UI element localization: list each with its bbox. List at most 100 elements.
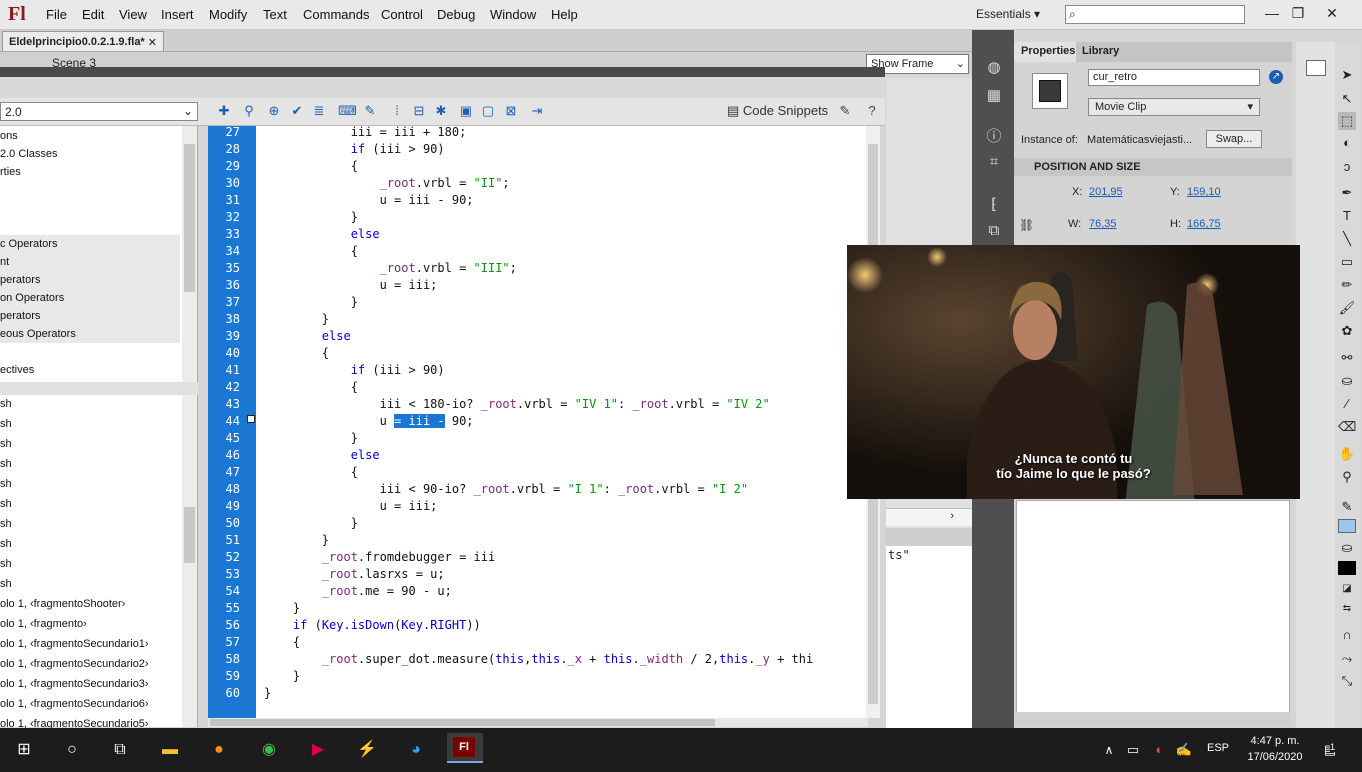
pen-icon[interactable]: ✍ [1172, 738, 1196, 762]
menu-view[interactable]: View [119, 7, 147, 22]
firefox-icon[interactable]: ● [207, 738, 231, 762]
swatches-icon[interactable]: ▦ [984, 86, 1004, 106]
navigator-item[interactable]: olo 1, ‹fragmentoSecundario3› [0, 675, 180, 693]
navigator-item[interactable]: sh [0, 435, 180, 453]
zoom-tool-icon[interactable]: ⚲ [1338, 468, 1356, 486]
menu-modify[interactable]: Modify [209, 7, 247, 22]
menu-edit[interactable]: Edit [82, 7, 104, 22]
check-syntax-icon[interactable]: ✔ [289, 103, 305, 119]
toolbox-item[interactable]: 2.0 Classes [0, 145, 180, 163]
show-hide-toolbox-icon[interactable]: ⇥ [529, 103, 545, 119]
navigator-item[interactable]: sh [0, 515, 180, 533]
menu-help[interactable]: Help [551, 7, 578, 22]
components-icon[interactable]: ⧉ [984, 222, 1004, 242]
deco-tool-icon[interactable]: ✿ [1338, 322, 1356, 340]
code-snippets-panel-icon[interactable]: ⁅ [984, 195, 1004, 215]
clock[interactable]: 4:47 p. m. 17/06/2020 [1236, 733, 1314, 765]
app-icon[interactable]: ⚡ [355, 738, 379, 762]
smooth-icon[interactable]: ⤳ [1338, 650, 1356, 668]
navigator-item[interactable]: sh [0, 475, 180, 493]
network-icon[interactable]: ▭ [1121, 738, 1145, 762]
swap-button[interactable]: Swap... [1206, 130, 1262, 148]
collapse-selection-icon[interactable]: ⊟ [411, 103, 427, 119]
navigator-item[interactable]: sh [0, 555, 180, 573]
fill-color-icon[interactable]: ⛀ [1338, 539, 1356, 557]
pencil-tool-icon[interactable]: ✏ [1338, 276, 1356, 294]
free-transform-tool-icon[interactable]: ⬚ [1338, 112, 1356, 130]
expand-all-icon[interactable]: ✱ [433, 103, 449, 119]
rectangle-tool-icon[interactable]: ▭ [1338, 253, 1356, 271]
brush-tool-icon[interactable]: 🖌 [1338, 299, 1356, 317]
edge-icon[interactable]: ◕ [404, 738, 428, 762]
remove-comment-icon[interactable]: ⊠ [503, 103, 519, 119]
editor-horizontal-scrollbar[interactable] [208, 718, 868, 727]
task-view-icon[interactable]: ⧉ [108, 738, 132, 762]
toolbox-item[interactable]: on Operators [0, 289, 180, 307]
link-icon[interactable]: ⛓ [1019, 218, 1034, 232]
navigator-item[interactable]: sh [0, 455, 180, 473]
navigator-item[interactable]: sh [0, 395, 180, 413]
navigator-item[interactable]: olo 1, ‹fragmentoShooter› [0, 595, 180, 613]
menu-control[interactable]: Control [381, 7, 423, 22]
video-overlay[interactable]: ¿Nunca te contó tu tío Jaime lo que le p… [847, 245, 1300, 499]
apply-block-comment-icon[interactable]: ▣ [458, 103, 474, 119]
wand-icon[interactable]: ✎ [837, 103, 853, 119]
volume-muted-icon[interactable]: ◖ [1146, 738, 1170, 762]
x-value[interactable]: 201,95 [1089, 186, 1123, 198]
close-button[interactable]: ✕ [1318, 2, 1346, 24]
find-icon[interactable]: ⚲ [241, 103, 257, 119]
navigator-item[interactable]: sh [0, 575, 180, 593]
toolbox-item[interactable]: ectives [0, 361, 180, 379]
document-tab[interactable]: Eldelprincipio0.0.2.1.9.fla* ✕ [2, 31, 164, 51]
stroke-swatch[interactable] [1338, 519, 1356, 533]
navigator-scrollbar[interactable] [182, 395, 197, 727]
transform-icon[interactable]: ⌗ [984, 153, 1004, 173]
media-player-icon[interactable]: ▶ [306, 738, 330, 762]
text-tool-icon[interactable]: T [1338, 207, 1356, 225]
toolbox-item[interactable]: c Operators [0, 235, 180, 253]
collapse-between-icon[interactable]: ⁞ [389, 103, 405, 119]
workspace-switcher[interactable]: Essentials ▾ [976, 7, 1040, 21]
minimize-button[interactable]: — [1258, 2, 1286, 24]
navigator-item[interactable]: sh [0, 415, 180, 433]
code-hint-icon[interactable]: ⌨ [338, 103, 357, 119]
navigator-item[interactable]: sh [0, 495, 180, 513]
menu-window[interactable]: Window [490, 7, 536, 22]
symbol-type-select[interactable]: Movie Clip ▾ [1088, 98, 1260, 116]
pane-splitter[interactable] [198, 395, 208, 727]
add-item-icon[interactable]: ✚ [216, 103, 232, 119]
toolbox-item[interactable]: perators [0, 271, 180, 289]
straighten-icon[interactable]: ⤡ [1338, 672, 1356, 690]
menu-insert[interactable]: Insert [161, 7, 194, 22]
h-value[interactable]: 166,75 [1187, 218, 1221, 230]
tab-properties[interactable]: Properties [1014, 42, 1076, 62]
chrome-icon[interactable]: ◉ [257, 738, 281, 762]
paint-bucket-tool-icon[interactable]: ⛀ [1338, 372, 1356, 390]
menu-file[interactable]: File [46, 7, 67, 22]
lasso-tool-icon[interactable]: ↄ [1338, 158, 1356, 176]
3d-rotation-tool-icon[interactable]: ◐ [1338, 134, 1356, 152]
y-value[interactable]: 159,10 [1187, 186, 1221, 198]
navigator-item[interactable]: olo 1, ‹fragmentoSecundario6› [0, 695, 180, 713]
stroke-color-icon[interactable]: ✎ [1338, 498, 1356, 516]
target-path-icon[interactable]: ⊕ [266, 103, 282, 119]
apply-line-comment-icon[interactable]: ▢ [480, 103, 496, 119]
script-editor[interactable]: iii = iii + 180; if (iii > 90) { _root.v… [256, 126, 866, 718]
fill-swatch[interactable] [1338, 561, 1356, 575]
timeline-scrollbar[interactable]: › [886, 508, 972, 526]
w-value[interactable]: 76,35 [1089, 218, 1117, 230]
file-explorer-icon[interactable]: ▬ [158, 738, 182, 762]
toolbox-item[interactable]: rties [0, 163, 180, 181]
color-palette-icon[interactable]: ◍ [984, 58, 1004, 78]
debug-options-icon[interactable]: ✎ [362, 103, 378, 119]
search-circle-icon[interactable]: ○ [60, 738, 84, 762]
toolbox-item[interactable]: perators [0, 307, 180, 325]
actionscript-version-select[interactable]: 2.0 ⌄ [0, 102, 198, 121]
navigator-item[interactable]: olo 1, ‹fragmento› [0, 615, 180, 633]
navigator-item[interactable]: sh [0, 535, 180, 553]
swap-colors-icon[interactable]: ⇆ [1338, 600, 1356, 618]
language-indicator[interactable]: ESP [1207, 742, 1229, 754]
menu-commands[interactable]: Commands [303, 7, 369, 22]
chevron-up-icon[interactable]: ∧ [1097, 738, 1121, 762]
eraser-tool-icon[interactable]: ⌫ [1338, 418, 1356, 436]
